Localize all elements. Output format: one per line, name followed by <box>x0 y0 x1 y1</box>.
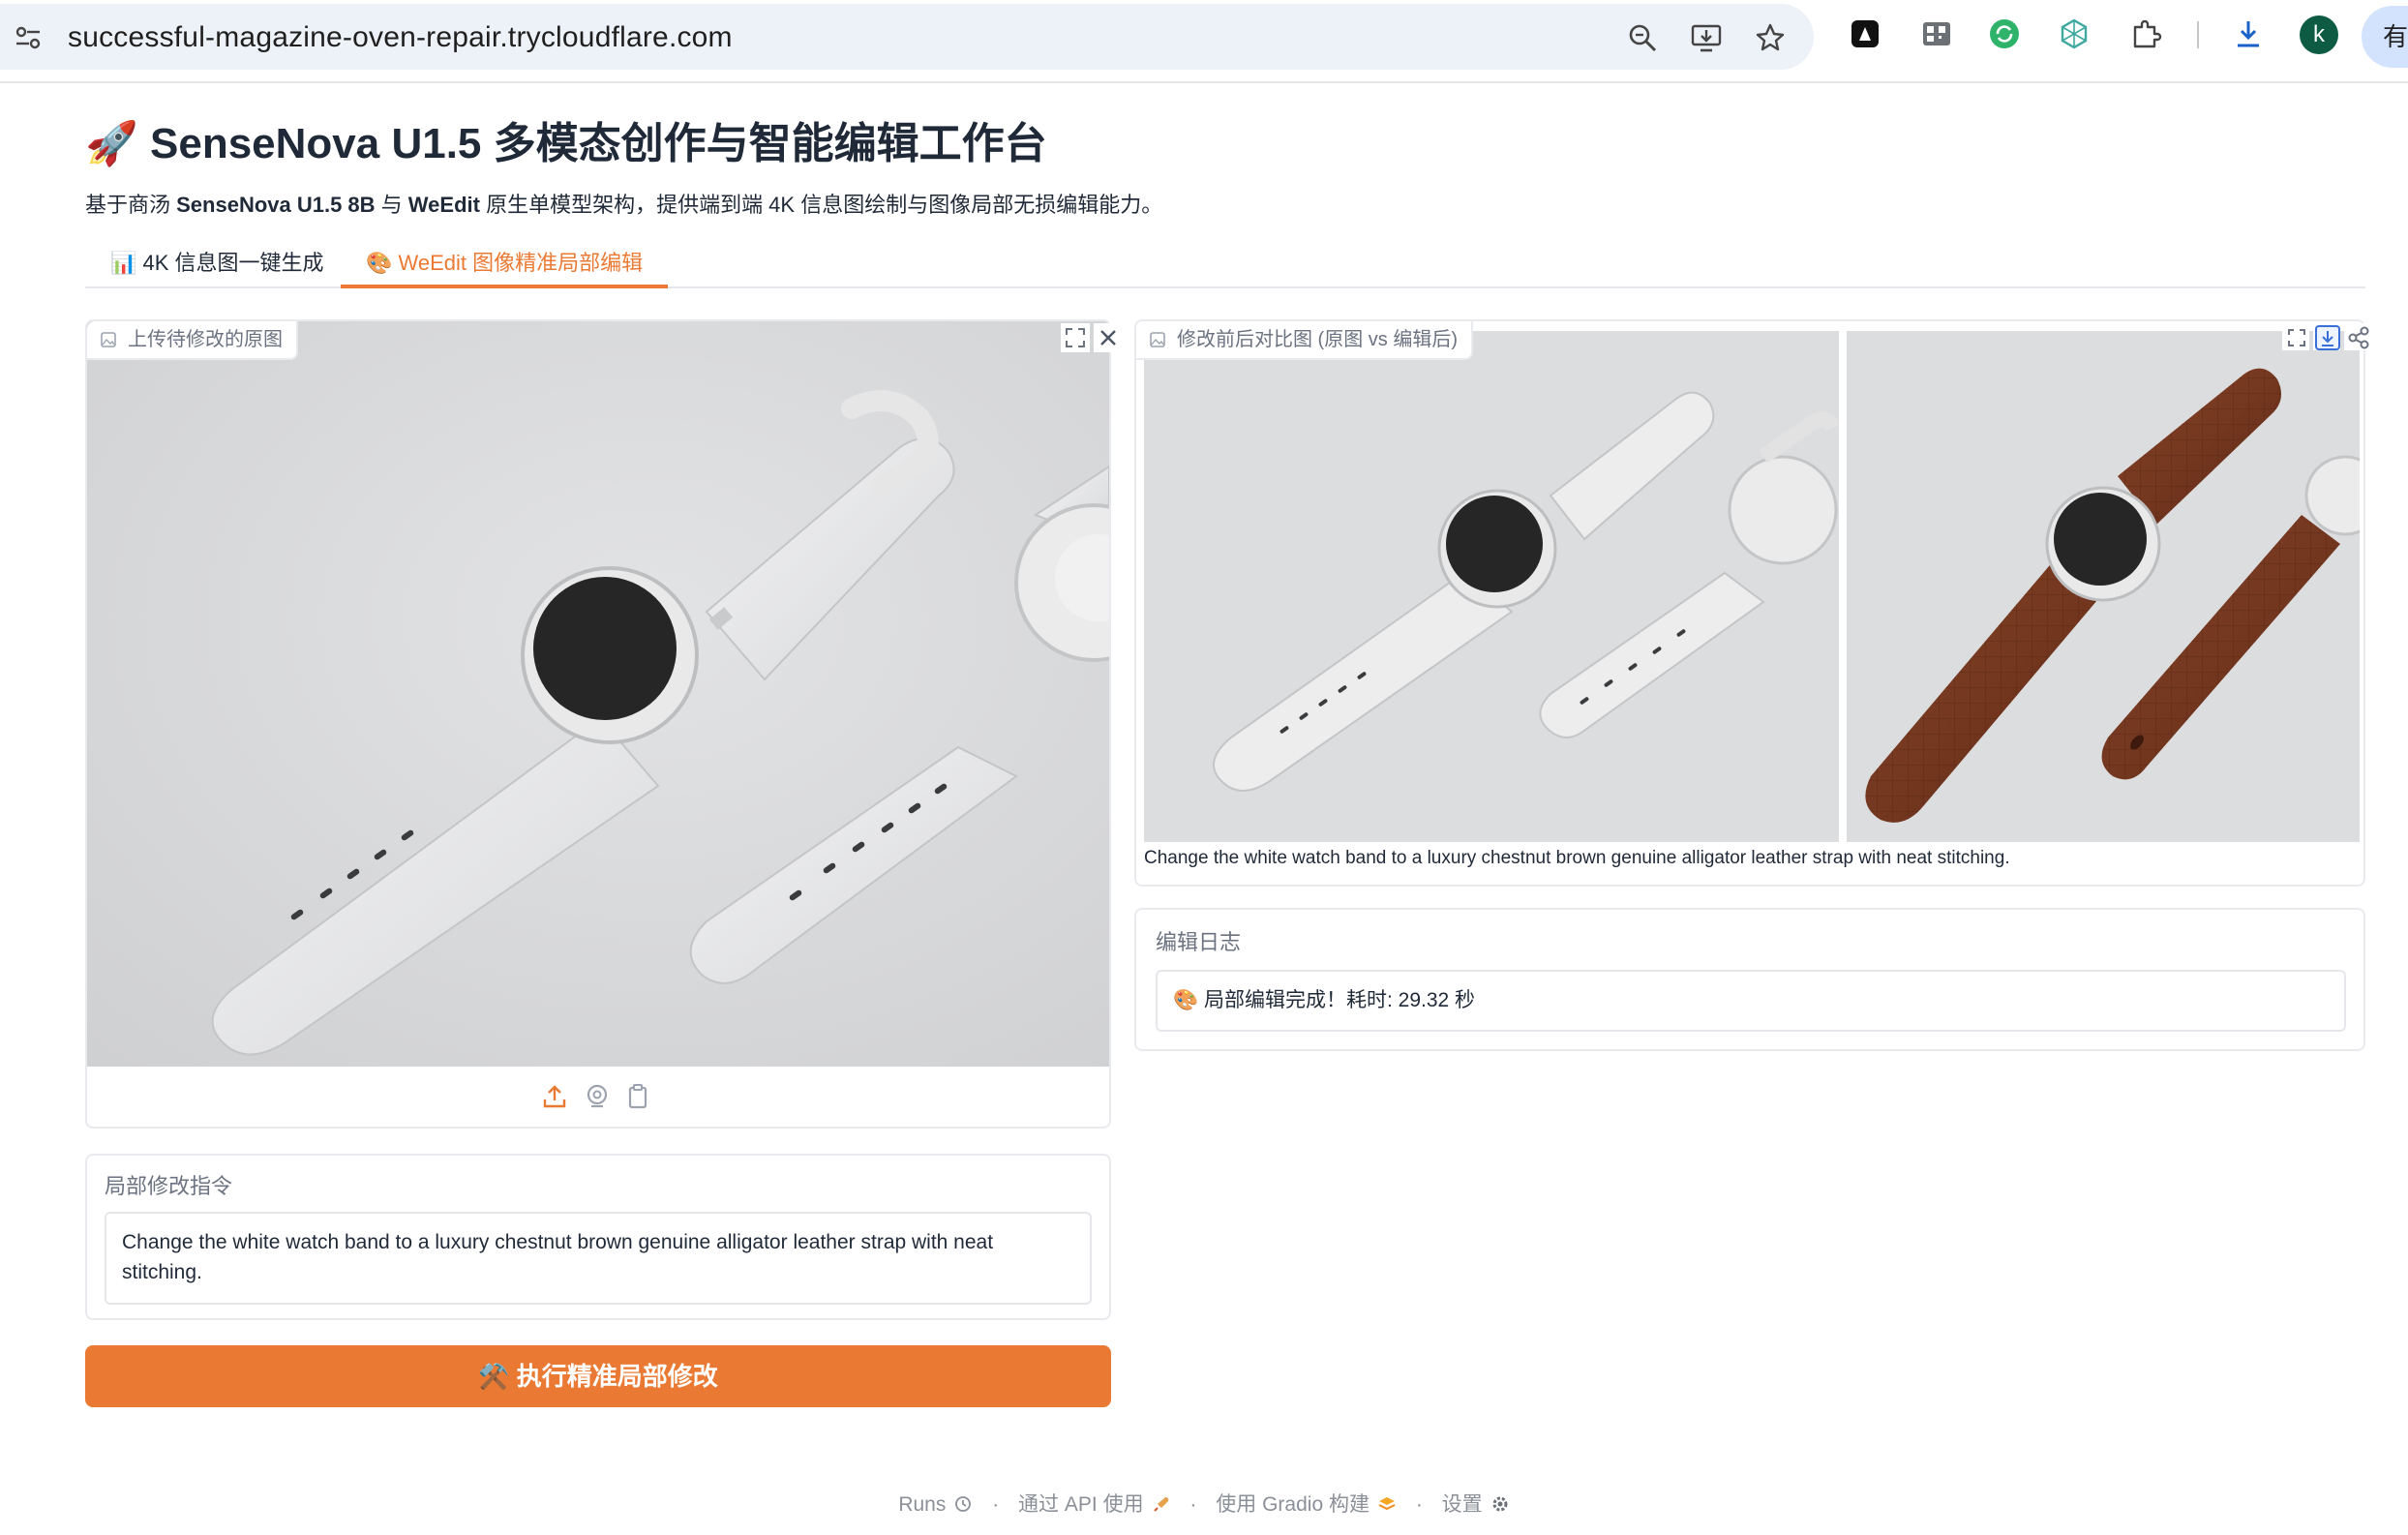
browser-toolbar: successful-magazine-oven-repair.trycloud… <box>0 0 2408 83</box>
url-text[interactable]: successful-magazine-oven-repair.trycloud… <box>68 21 733 54</box>
site-settings-icon[interactable] <box>14 23 43 52</box>
extension-sync-icon[interactable] <box>1988 17 2021 50</box>
fullscreen-icon[interactable] <box>2282 323 2309 350</box>
address-bar[interactable]: successful-magazine-oven-repair.trycloud… <box>0 4 1814 70</box>
page-description: 基于商汤 SenseNova U1.5 8B 与 WeEdit 原生单模型架构，… <box>85 193 1163 217</box>
page-title: 🚀 SenseNova U1.5 多模态创作与智能编辑工作台 <box>85 120 1047 167</box>
rocket-icon <box>1153 1497 1168 1512</box>
footer-separator: · <box>1415 1493 1423 1516</box>
webcam-icon[interactable] <box>583 1082 612 1111</box>
close-icon[interactable] <box>1094 323 1123 352</box>
footer: Runs · 通过 API 使用 · 使用 Gradio 构建 · 设置 <box>0 1489 2408 1518</box>
edited-image <box>1847 331 2360 842</box>
source-image-uploader[interactable]: 上传待修改的原图 <box>85 319 1123 1129</box>
edit-log-label: 编辑日志 <box>1156 930 1242 954</box>
footer-runs-link[interactable]: Runs <box>898 1493 973 1516</box>
source-watch-image <box>87 321 1109 1067</box>
upload-icon[interactable] <box>540 1082 569 1111</box>
download-icon[interactable] <box>2313 323 2340 350</box>
tab-infographic[interactable]: 📊 4K 信息图一键生成 <box>85 244 349 288</box>
footer-separator: · <box>1189 1493 1197 1516</box>
toolbar-divider <box>2197 21 2199 48</box>
edit-instruction-textarea[interactable]: Change the white watch band to a luxury … <box>105 1212 1092 1305</box>
tab-weedit[interactable]: 🎨 WeEdit 图像精准局部编辑 <box>341 244 669 288</box>
bookmark-star-icon[interactable] <box>1754 21 1787 54</box>
footer-settings-link[interactable]: 设置 <box>1442 1493 1510 1516</box>
side-panel-button[interactable]: 有 <box>2362 6 2408 68</box>
extensions-puzzle-icon[interactable] <box>2129 17 2162 50</box>
extension-qr-icon[interactable] <box>1920 17 1953 50</box>
footer-gradio-link[interactable]: 使用 Gradio 构建 <box>1216 1493 1397 1516</box>
extension-dark-icon[interactable] <box>1849 17 1881 50</box>
footer-separator: · <box>992 1493 1000 1516</box>
edit-log-output: 🎨 局部编辑完成！耗时: 29.32 秒 <box>1156 970 2346 1032</box>
footer-api-link[interactable]: 通过 API 使用 <box>1018 1493 1171 1516</box>
profile-avatar[interactable]: k <box>2300 15 2338 54</box>
gear-icon <box>1492 1496 1508 1512</box>
clipboard-icon[interactable] <box>623 1082 652 1111</box>
edit-instruction-block: 局部修改指令 Change the white watch band to a … <box>85 1154 1111 1320</box>
original-image <box>1144 331 1839 842</box>
downloads-icon[interactable] <box>2232 17 2265 50</box>
extension-ai-icon[interactable] <box>2058 17 2091 50</box>
uploader-label: 上传待修改的原图 <box>87 321 298 360</box>
fullscreen-icon[interactable] <box>1061 323 1090 352</box>
image-icon <box>1150 332 1165 347</box>
history-icon <box>955 1496 972 1512</box>
run-edit-button[interactable]: ⚒️ 执行精准局部修改 <box>85 1345 1111 1407</box>
edit-instruction-label: 局部修改指令 <box>105 1174 233 1198</box>
compare-caption: Change the white watch band to a luxury … <box>1144 848 2010 868</box>
before-after-compare: 修改前后对比图 (原图 vs 编辑后) Change the white wat… <box>1134 319 2369 887</box>
edit-log-block: 编辑日志 🎨 局部编辑完成！耗时: 29.32 秒 <box>1134 908 2365 1051</box>
tab-bar: 📊 4K 信息图一键生成 🎨 WeEdit 图像精准局部编辑 <box>85 244 2365 288</box>
gradio-logo-icon <box>1378 1497 1396 1511</box>
zoom-icon[interactable] <box>1626 21 1659 54</box>
install-app-icon[interactable] <box>1690 21 1723 54</box>
image-icon <box>101 332 116 347</box>
share-icon[interactable] <box>2344 323 2369 350</box>
compare-label: 修改前后对比图 (原图 vs 编辑后) <box>1136 321 1473 360</box>
uploader-toolbar <box>87 1067 1109 1127</box>
